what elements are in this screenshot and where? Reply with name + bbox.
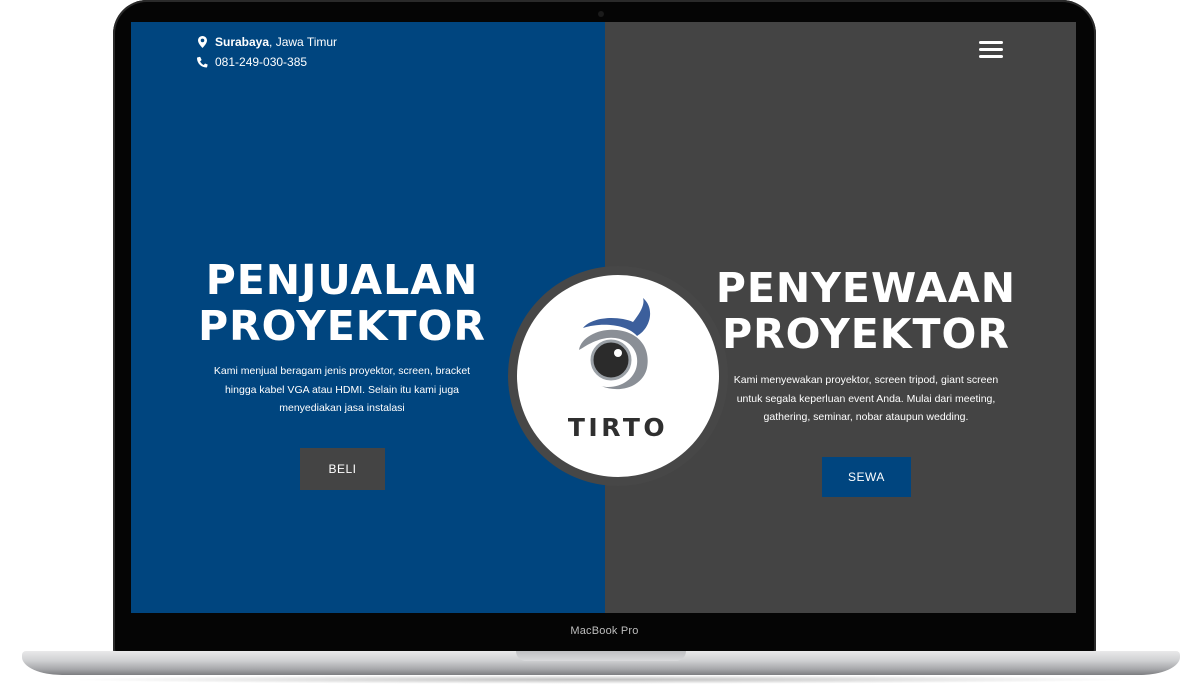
logo-text: TIRTO	[567, 413, 669, 442]
location-text: Surabaya, Jawa Timur	[215, 35, 337, 49]
rental-title-line2: PROYEKTOR	[722, 309, 1010, 358]
rental-desc-line3: gathering, seminar, nobar ataupun weddin…	[763, 411, 969, 423]
laptop-model-label: MacBook Pro	[570, 625, 639, 637]
beli-button[interactable]: BELI	[300, 448, 385, 490]
rental-title-line1: PENYEWAAN	[715, 264, 1017, 312]
laptop-base-notch	[516, 651, 686, 661]
sales-title: PENJUALAN PROYEKTOR	[171, 256, 513, 350]
location-city: Surabaya	[215, 35, 270, 49]
sales-desc-line1: Kami menjual beragam jenis proyektor, sc…	[213, 365, 471, 377]
webcam	[598, 11, 604, 17]
location-region: , Jawa Timur	[269, 35, 338, 49]
rental-title: PENYEWAAN PROYEKTOR	[711, 264, 1021, 358]
hamburger-menu-icon[interactable]	[979, 41, 1003, 59]
sales-description: Kami menjual beragam jenis proyektor, sc…	[177, 362, 507, 418]
sales-desc-line2: hingga kabel VGA atau HDMI. Selain itu k…	[224, 383, 460, 396]
laptop-mockup: Surabaya, Jawa Timur 081-249-030-385 PEN…	[0, 0, 1201, 688]
sales-desc-line3: menyediakan jasa instalasi	[279, 402, 405, 414]
laptop-shadow	[60, 675, 1140, 684]
phone-info[interactable]: 081-249-030-385	[197, 55, 307, 69]
map-pin-icon	[198, 36, 207, 48]
rental-desc-line1: Kami menyewakan proyektor, screen tripod…	[733, 374, 999, 386]
phone-number[interactable]: 081-249-030-385	[215, 55, 307, 69]
eye-logo-icon	[579, 298, 651, 390]
website-screen: Surabaya, Jawa Timur 081-249-030-385 PEN…	[131, 22, 1076, 613]
rental-desc-line2: untuk segala keperluan event Anda. Mulai…	[736, 392, 996, 405]
location-info: Surabaya, Jawa Timur	[197, 35, 337, 49]
sewa-button[interactable]: SEWA	[822, 457, 911, 497]
sales-title-line2: PROYEKTOR	[198, 301, 486, 350]
sales-title-line1: PENJUALAN	[205, 256, 479, 304]
rental-description: Kami menyewakan proyektor, screen tripod…	[713, 371, 1019, 427]
phone-icon	[197, 56, 208, 68]
